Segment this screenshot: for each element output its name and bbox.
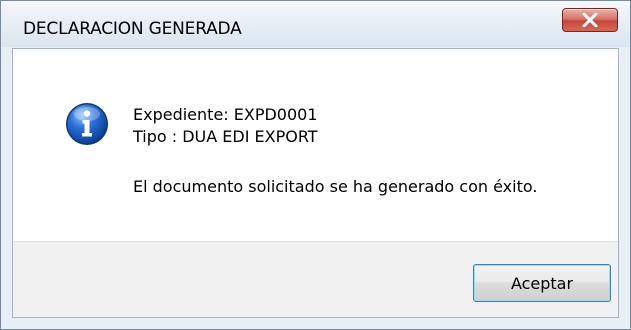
information-icon	[66, 103, 108, 145]
message-area: Expediente: EXPD0001 Tipo : DUA EDI EXPO…	[13, 49, 618, 241]
dialog-title: DECLARACION GENERADA	[23, 19, 242, 39]
title-bar[interactable]: DECLARACION GENERADA	[1, 1, 630, 47]
close-icon	[582, 13, 598, 27]
dialog-body: Expediente: EXPD0001 Tipo : DUA EDI EXPO…	[12, 48, 619, 318]
close-button[interactable]	[562, 8, 618, 32]
footer-divider	[13, 241, 618, 242]
result-message: El documento solicitado se ha generado c…	[133, 177, 538, 196]
expediente-text: Expediente: EXPD0001	[133, 105, 318, 124]
message-dialog: DECLARACION GENERADA Expediente: EXPD000…	[0, 0, 631, 330]
tipo-text: Tipo : DUA EDI EXPORT	[133, 127, 318, 146]
accept-button[interactable]: Aceptar	[473, 264, 611, 302]
